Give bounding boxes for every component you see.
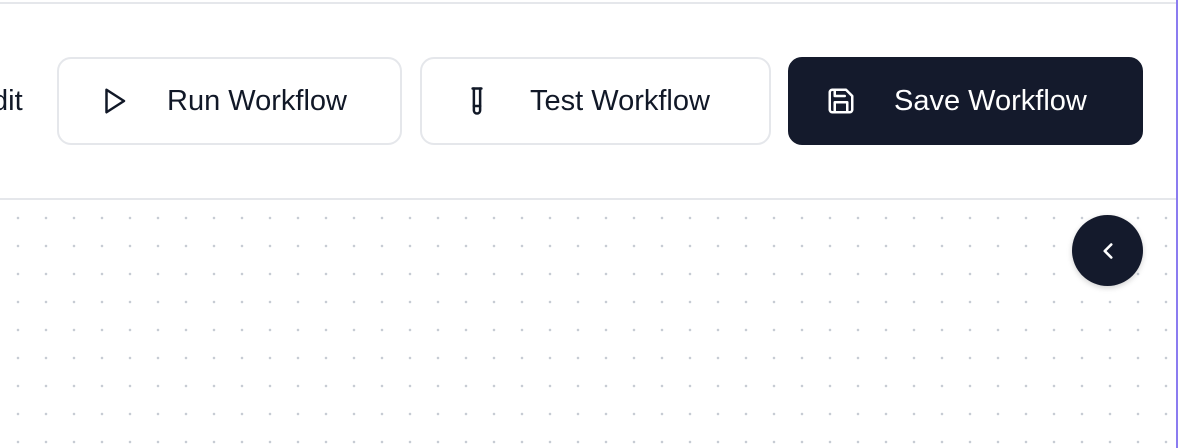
edit-label-partial[interactable]: dit — [0, 87, 23, 116]
run-workflow-label: Run Workflow — [167, 84, 347, 117]
toolbar: dit Run Workflow Test Workflow Save Work… — [0, 4, 1176, 200]
workflow-canvas[interactable] — [0, 200, 1176, 448]
test-tube-icon — [462, 86, 492, 116]
collapse-panel-button[interactable] — [1072, 215, 1143, 286]
save-icon — [826, 86, 856, 116]
run-workflow-button[interactable]: Run Workflow — [57, 57, 402, 145]
save-workflow-label: Save Workflow — [894, 84, 1087, 117]
workflow-editor: dit Run Workflow Test Workflow Save Work… — [0, 0, 1178, 448]
test-workflow-button[interactable]: Test Workflow — [420, 57, 771, 145]
test-workflow-label: Test Workflow — [530, 84, 710, 117]
play-icon — [99, 86, 129, 116]
chevron-left-icon — [1095, 238, 1121, 264]
save-workflow-button[interactable]: Save Workflow — [788, 57, 1143, 145]
